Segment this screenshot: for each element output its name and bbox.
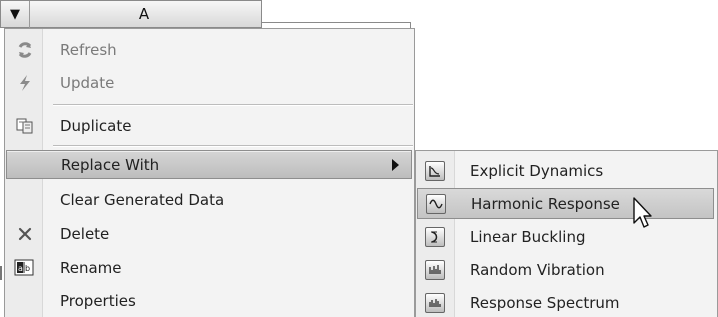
explicit-dynamics-icon [425,160,445,181]
response-spectrum-icon [425,292,445,313]
submenu-item-label: Random Vibration [470,260,605,279]
menu-item-label: Rename [60,258,122,277]
menu-item-label: Delete [60,224,110,243]
submenu-arrow-icon [392,159,399,171]
submenu-item-random-vibration[interactable]: Random Vibration [417,254,714,285]
mouse-pointer-icon [633,197,652,228]
submenu-item-linear-buckling[interactable]: Linear Buckling [417,221,714,252]
svg-text:b: b [25,264,30,273]
column-label: A [138,5,150,23]
rename-icon: a b [8,253,42,282]
submenu-item-label: Explicit Dynamics [470,161,604,180]
submenu-item-explicit-dynamics[interactable]: Explicit Dynamics [417,155,714,186]
empty-icon-slot [8,286,42,315]
left-edge-marker [0,266,2,280]
menu-item-update: Update [6,68,412,97]
submenu-item-response-spectrum[interactable]: Response Spectrum [417,287,714,317]
lightning-icon [8,68,42,97]
menu-item-label: Clear Generated Data [60,190,225,209]
chevron-down-icon[interactable]: ▼ [1,0,30,28]
context-menu: Refresh Update Duplicate Replace With Cl… [4,28,415,317]
menu-item-refresh: Refresh [6,35,412,64]
menu-item-rename[interactable]: a b Rename [6,253,412,282]
harmonic-response-icon [426,193,446,214]
menu-item-label: Update [60,73,115,92]
linear-buckling-icon [425,226,445,247]
submenu-item-label: Harmonic Response [471,194,620,213]
submenu-item-label: Response Spectrum [470,293,620,312]
menu-separator [53,145,413,147]
svg-text:a: a [18,264,23,273]
submenu-item-label: Linear Buckling [470,227,586,246]
menu-separator [53,104,413,106]
menu-item-label: Duplicate [60,116,132,135]
menu-item-delete[interactable]: Delete [6,219,412,248]
menu-item-properties[interactable]: Properties [6,286,412,315]
ui-stage: ▼ A Refresh Update Duplicate Replace Wit… [0,0,718,317]
empty-icon-slot [8,185,42,214]
menu-item-label: Replace With [61,155,160,174]
column-header[interactable]: ▼ A [0,0,262,28]
random-vibration-icon [425,259,445,280]
menu-item-duplicate[interactable]: Duplicate [6,111,412,140]
menu-item-replace-with[interactable]: Replace With [6,150,412,179]
menu-item-clear-generated-data[interactable]: Clear Generated Data [6,185,412,214]
menu-item-label: Properties [60,291,136,310]
duplicate-icon [8,111,42,140]
menu-item-label: Refresh [60,40,117,59]
refresh-icon [8,35,42,64]
replace-with-submenu: Explicit Dynamics Harmonic Response Line… [415,150,718,317]
empty-icon-slot [9,150,43,179]
close-icon [8,219,42,248]
submenu-item-harmonic-response[interactable]: Harmonic Response [417,188,714,219]
